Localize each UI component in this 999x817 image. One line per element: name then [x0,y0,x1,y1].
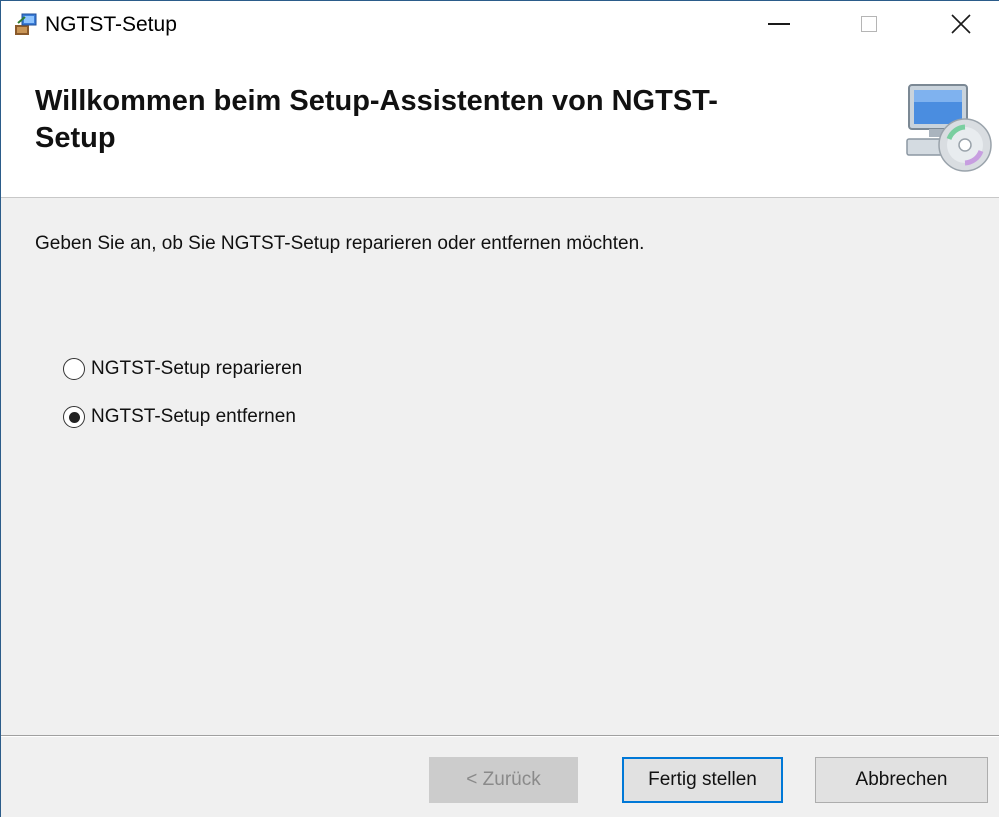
remove-option[interactable]: NGTST-Setup entfernen [63,406,296,428]
header-divider [1,197,999,198]
setup-window: NGTST-Setup Willkommen beim Setup-Assist… [0,0,999,817]
radio-selected-dot [68,411,80,423]
header-banner: Willkommen beim Setup-Assistenten von NG… [1,47,999,197]
repair-option[interactable]: NGTST-Setup reparieren [63,358,302,380]
close-button[interactable] [931,1,991,47]
footer-divider-highlight [1,736,999,737]
maximize-icon [861,16,877,32]
minimize-icon [768,23,790,25]
window-title: NGTST-Setup [45,13,177,36]
back-button[interactable]: < Zurück [429,757,578,803]
close-icon [951,14,971,34]
repair-option-label[interactable]: NGTST-Setup reparieren [91,358,302,380]
minimize-button[interactable] [749,1,809,47]
remove-option-label[interactable]: NGTST-Setup entfernen [91,406,296,428]
title-bar[interactable]: NGTST-Setup [1,1,999,47]
maximize-button[interactable] [839,1,899,47]
finish-button[interactable]: Fertig stellen [622,757,783,803]
computer-cd-icon [899,79,995,175]
remove-radio[interactable] [63,406,85,428]
page-title: Willkommen beim Setup-Assistenten von NG… [35,85,718,154]
repair-radio[interactable] [63,358,85,380]
installer-icon [13,11,39,37]
instruction-text: Geben Sie an, ob Sie NGTST-Setup reparie… [35,233,645,254]
cancel-button[interactable]: Abbrechen [815,757,988,803]
